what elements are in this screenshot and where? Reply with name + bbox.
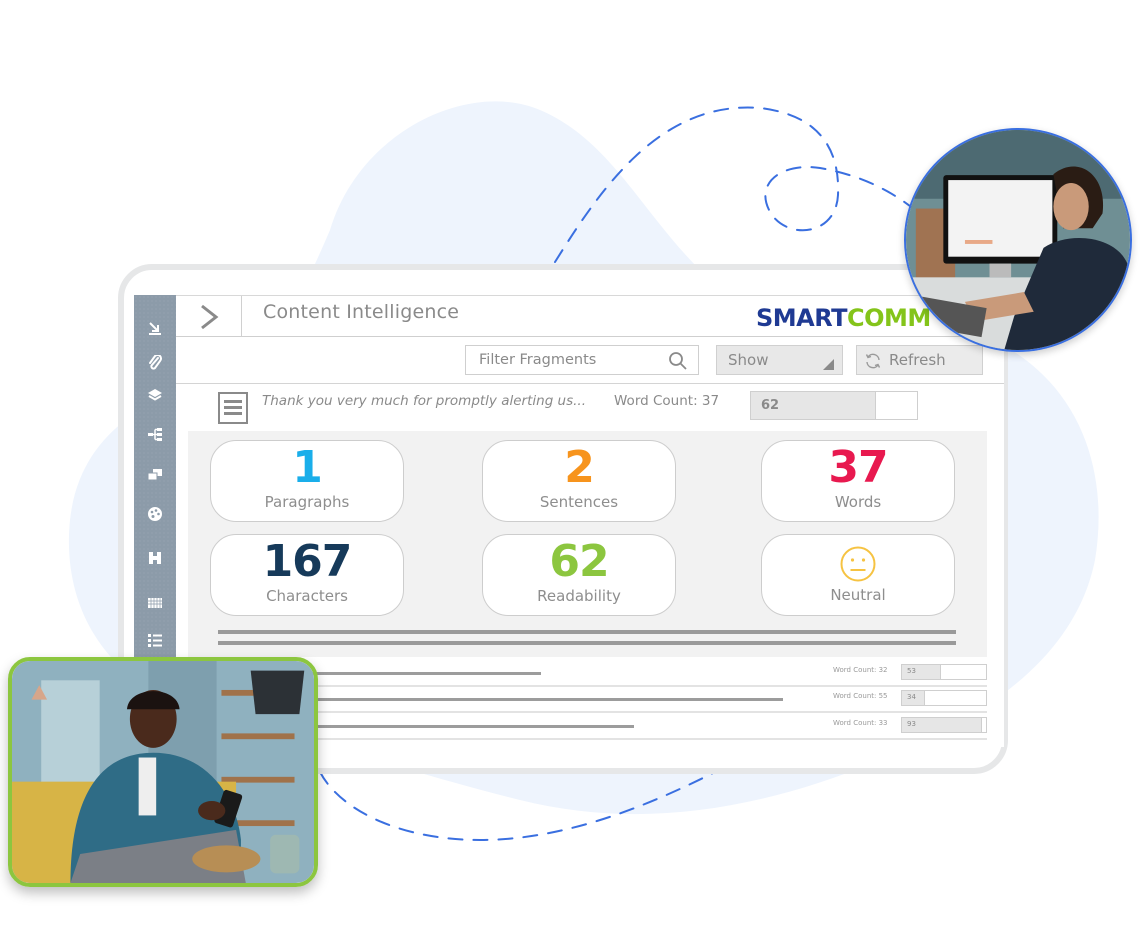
metric-value: 167 [262, 536, 353, 587]
metric-label: Characters [266, 587, 348, 605]
list-score-bar: 53 [901, 664, 987, 680]
neutral-face-icon [840, 546, 876, 582]
smartcomm-logo: SMARTCOMM™ [756, 304, 938, 332]
sidebar-item-attachments[interactable] [134, 351, 176, 375]
photo-man-with-phone [8, 657, 318, 887]
selected-fragment-row[interactable]: Thank you very much for promptly alertin… [176, 384, 1004, 431]
sidebar-item-hierarchy[interactable] [134, 422, 176, 446]
list-score: 53 [907, 667, 916, 675]
metric-card-paragraphs: 1 Paragraphs [210, 440, 404, 522]
show-dropdown[interactable]: Show [716, 345, 843, 375]
photo-woman-at-computer [904, 128, 1132, 352]
sidebar-item-copy[interactable] [134, 462, 176, 486]
header-bar: Content Intelligence SMARTCOMM™ [176, 295, 1004, 337]
metric-value: 37 [828, 442, 888, 493]
list-score: 34 [907, 693, 916, 701]
sidebar-item-import[interactable] [134, 316, 176, 340]
list-word-count: Word Count: 33 [833, 719, 888, 727]
metric-card-sentiment: Neutral [761, 534, 955, 616]
logo-comm: COMM [847, 304, 931, 332]
metrics-panel: 1 Paragraphs 2 Sentences 37 Words 167 Ch… [188, 431, 987, 657]
text-placeholder-line [218, 630, 956, 634]
list-score-bar: 34 [901, 690, 987, 706]
document-icon [218, 392, 248, 424]
hierarchy-icon [148, 428, 162, 441]
fragment-text: Thank you very much for promptly alertin… [262, 393, 587, 409]
toolbar: Show Refresh [176, 337, 1004, 384]
text-placeholder-line [218, 641, 956, 645]
list-word-count: Word Count: 32 [833, 666, 888, 674]
refresh-label: Refresh [889, 351, 946, 369]
metric-card-characters: 167 Characters [210, 534, 404, 616]
list-score-bar: 93 [901, 717, 987, 733]
sidebar-item-palette[interactable] [134, 502, 176, 526]
dropdown-corner-icon [823, 359, 834, 370]
palette-icon [148, 507, 162, 521]
metric-card-sentences: 2 Sentences [482, 440, 676, 522]
metric-value: 1 [292, 442, 323, 493]
metric-label: Sentences [539, 493, 619, 511]
show-dropdown-label: Show [728, 351, 769, 369]
paperclip-icon [149, 355, 163, 370]
metric-label: Readability [537, 587, 621, 605]
fragment-score-bar: 62 [750, 391, 918, 420]
metric-label: Neutral [830, 586, 886, 604]
search-icon[interactable] [668, 351, 688, 371]
metric-label: Words [834, 493, 882, 511]
chevron-right-icon [200, 304, 218, 329]
metric-card-readability: 62 Readability [482, 534, 676, 616]
expand-panel-button[interactable] [176, 296, 242, 337]
refresh-button[interactable]: Refresh [856, 345, 983, 375]
fragment-score: 62 [761, 398, 780, 413]
metric-value: 2 [564, 442, 595, 493]
filter-fragments-input[interactable] [466, 346, 666, 374]
import-arrow-icon [149, 322, 161, 335]
table-grid-icon [148, 598, 162, 608]
fragment-word-count: Word Count: 37 [614, 393, 720, 409]
filter-fragments-field [465, 345, 699, 375]
list-word-count: Word Count: 55 [833, 692, 888, 700]
list-score: 93 [907, 720, 916, 728]
sidebar-item-search[interactable] [134, 546, 176, 570]
logo-smart: SMART [756, 304, 848, 332]
refresh-icon [865, 353, 881, 369]
binoculars-icon [149, 552, 161, 564]
page-title: Content Intelligence [263, 301, 460, 323]
sidebar-item-table[interactable] [134, 591, 176, 615]
list-icon [148, 634, 162, 647]
copy-stack-icon [147, 469, 162, 481]
sidebar-item-layers[interactable] [134, 383, 176, 407]
metric-card-words: 37 Words [761, 440, 955, 522]
metric-value: 62 [549, 536, 609, 587]
metric-label: Paragraphs [264, 493, 350, 511]
sidebar-item-list[interactable] [134, 628, 176, 652]
layers-icon [148, 389, 162, 401]
